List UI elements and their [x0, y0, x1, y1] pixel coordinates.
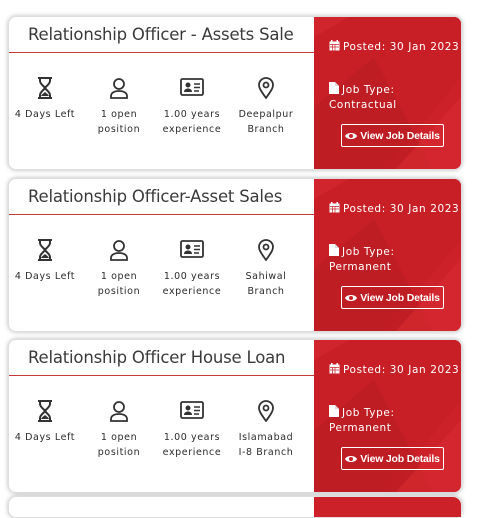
experience-text: 1.00 years experience	[162, 432, 222, 458]
days-left-item: 4 Days Left	[12, 239, 78, 284]
calendar-icon	[329, 202, 340, 213]
positions-item: 1 open position	[86, 400, 152, 460]
location-text: Islamabad I-8 Branch	[238, 432, 294, 458]
job-card-main: Relationship Officer - Assets Sale 4 Day…	[9, 17, 314, 169]
job-card-sidebar: Posted: 30 Jan 2023 Job Type: Permanent …	[314, 179, 461, 331]
posted-date: Posted: 30 Jan 2023	[329, 202, 459, 217]
posted-text: Posted: 30 Jan 2023	[343, 41, 460, 53]
document-icon	[329, 82, 339, 94]
experience-item: 1.00 years experience	[159, 400, 225, 460]
title-divider	[9, 52, 314, 53]
location-text: Deepalpur Branch	[238, 109, 294, 135]
job-title[interactable]: Relationship Officer-Asset Sales	[28, 187, 282, 206]
hourglass-icon	[12, 77, 78, 107]
posted-date: Posted: 30 Jan 2023	[329, 40, 459, 55]
job-card-sidebar: Posted: 30 Jan 2023 Job Type: Contractua…	[314, 17, 461, 169]
job-card-main: Relationship Officer-Asset Sales 4 Days …	[9, 179, 314, 331]
view-job-details-label: View Job Details	[360, 452, 440, 465]
user-icon	[86, 400, 152, 430]
posted-text: Posted: 30 Jan 2023	[343, 203, 460, 215]
job-type: Job Type: Permanent	[329, 244, 419, 275]
id-card-icon	[159, 239, 225, 269]
map-pin-icon	[233, 239, 299, 269]
experience-text: 1.00 years experience	[162, 109, 222, 135]
view-job-details-label: View Job Details	[360, 291, 440, 304]
view-job-details-button[interactable]: View Job Details	[341, 124, 444, 147]
job-card: Relationship Officer-Asset Sales 4 Days …	[8, 178, 462, 332]
days-left-text: 4 Days Left	[14, 271, 76, 282]
document-icon	[329, 405, 339, 417]
job-type: Job Type: Permanent	[329, 405, 419, 436]
calendar-icon	[329, 363, 340, 374]
days-left-item: 4 Days Left	[12, 400, 78, 445]
job-type-text: Job Type: Contractual	[329, 84, 397, 111]
job-card: Relationship Officer - Assets Sale 4 Day…	[8, 16, 462, 170]
job-card-main: Relationship Officer House Loan 4 Days L…	[9, 340, 314, 492]
view-job-details-button[interactable]: View Job Details	[341, 447, 444, 470]
days-left-text: 4 Days Left	[14, 432, 76, 443]
posted-date: Posted: 30 Jan 2023	[329, 363, 459, 378]
location-item: Sahiwal Branch	[233, 239, 299, 299]
id-card-icon	[159, 400, 225, 430]
hourglass-icon	[12, 239, 78, 269]
positions-text: 1 open position	[97, 432, 141, 458]
positions-text: 1 open position	[97, 109, 141, 135]
id-card-icon	[159, 77, 225, 107]
map-pin-icon	[233, 400, 299, 430]
job-card: Relationship Officer House Loan 4 Days L…	[8, 339, 462, 493]
location-text: Sahiwal Branch	[245, 271, 287, 297]
location-item: Islamabad I-8 Branch	[233, 400, 299, 460]
calendar-icon	[329, 40, 340, 51]
view-job-details-label: View Job Details	[360, 129, 440, 142]
job-card-sidebar: Posted: 30 Jan 2023 Job Type: Permanent …	[314, 340, 461, 492]
days-left-item: 4 Days Left	[12, 77, 78, 122]
eye-icon	[345, 132, 358, 139]
job-card-sidebar	[314, 497, 461, 517]
days-left-text: 4 Days Left	[14, 109, 76, 120]
positions-item: 1 open position	[86, 77, 152, 137]
title-divider	[9, 375, 314, 376]
user-icon	[86, 239, 152, 269]
experience-item: 1.00 years experience	[159, 239, 225, 299]
title-divider	[9, 214, 314, 215]
positions-text: 1 open position	[97, 271, 141, 297]
job-type: Job Type: Contractual	[329, 82, 419, 113]
view-job-details-button[interactable]: View Job Details	[341, 286, 444, 309]
job-card-partial	[8, 496, 462, 518]
user-icon	[86, 77, 152, 107]
eye-icon	[345, 455, 358, 462]
eye-icon	[345, 294, 358, 301]
map-pin-icon	[233, 77, 299, 107]
location-item: Deepalpur Branch	[233, 77, 299, 137]
posted-text: Posted: 30 Jan 2023	[343, 364, 460, 376]
hourglass-icon	[12, 400, 78, 430]
job-title[interactable]: Relationship Officer House Loan	[28, 348, 285, 367]
document-icon	[329, 244, 339, 256]
positions-item: 1 open position	[86, 239, 152, 299]
job-title[interactable]: Relationship Officer - Assets Sale	[28, 25, 294, 44]
experience-text: 1.00 years experience	[162, 271, 222, 297]
experience-item: 1.00 years experience	[159, 77, 225, 137]
